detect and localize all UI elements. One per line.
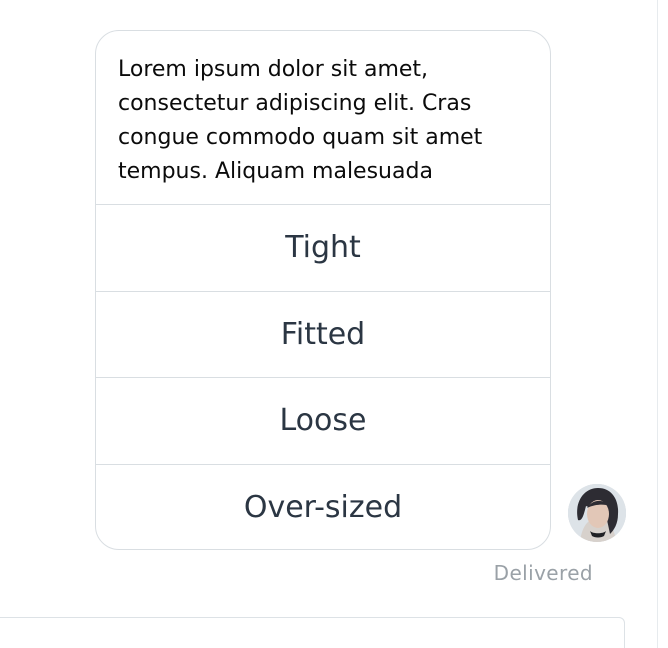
quick-reply-list: Tight Fitted Loose Over-sized — [96, 204, 550, 550]
user-photo-icon — [568, 484, 626, 542]
reply-option-tight[interactable]: Tight — [96, 205, 550, 292]
message-text: Lorem ipsum dolor sit amet, consectetur … — [118, 57, 483, 184]
right-divider — [657, 0, 668, 648]
reply-option-fitted[interactable]: Fitted — [96, 292, 550, 378]
reply-option-over-sized[interactable]: Over-sized — [96, 465, 550, 550]
message-composer[interactable] — [0, 617, 625, 648]
delivery-status: Delivered — [493, 561, 593, 585]
message-bubble: Lorem ipsum dolor sit amet, consectetur … — [95, 30, 551, 550]
avatar — [568, 484, 626, 542]
reply-option-loose[interactable]: Loose — [96, 378, 550, 465]
